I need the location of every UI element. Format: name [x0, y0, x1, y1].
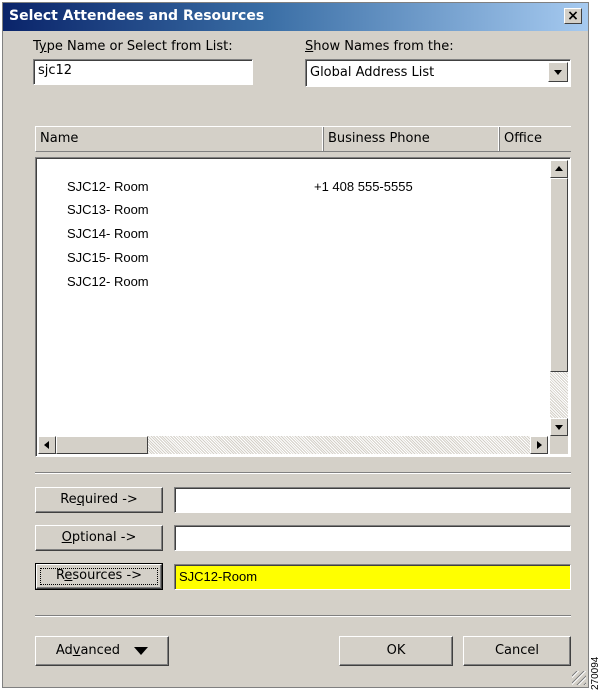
required-label-rest: uired ->	[84, 492, 138, 507]
ok-button[interactable]: OK	[339, 636, 453, 666]
column-header-business-phone[interactable]: Business Phone	[324, 127, 500, 151]
address-list-dropdown-button[interactable]	[548, 62, 568, 82]
resize-grip-icon[interactable]	[572, 671, 586, 685]
scroll-left-button[interactable]	[38, 436, 56, 454]
select-attendees-dialog: Select Attendees and Resources × Type Na…	[2, 2, 589, 688]
vertical-scroll-thumb[interactable]	[550, 178, 568, 372]
resources-button[interactable]: Resources ->	[35, 563, 163, 590]
type-name-label: Type Name or Select from List:	[33, 39, 233, 54]
close-button[interactable]: ×	[564, 8, 582, 24]
column-header-name[interactable]: Name	[36, 127, 324, 151]
type-name-access-key: y	[38, 39, 47, 54]
separator-bottom	[35, 615, 571, 617]
advanced-label-rest: anced	[80, 643, 121, 658]
optional-field[interactable]	[174, 525, 571, 551]
column-header-office[interactable]: Office	[500, 127, 572, 151]
list-item[interactable]: SJC13- Room	[67, 202, 149, 224]
arrow-left-icon	[44, 441, 49, 449]
address-list-value: Global Address List	[310, 65, 435, 80]
scroll-right-button[interactable]	[530, 436, 548, 454]
list-item-name: SJC12- Room	[67, 179, 149, 194]
required-access-key: q	[76, 492, 85, 507]
figure-code-text: 270094	[590, 656, 601, 690]
title-bar[interactable]: Select Attendees and Resources ×	[3, 3, 588, 31]
scroll-up-button[interactable]	[550, 160, 568, 178]
caret-down-icon	[134, 646, 149, 655]
optional-label-rest: ptional ->	[71, 530, 137, 545]
chevron-down-icon	[554, 70, 562, 75]
arrow-up-icon	[555, 166, 563, 171]
list-item-phone: +1 408 555-5555	[314, 179, 413, 194]
type-name-label-rest: pe Name or Select from List:	[46, 39, 233, 54]
scroll-down-button[interactable]	[550, 418, 568, 436]
address-list-select[interactable]: Global Address List	[305, 59, 571, 87]
names-list[interactable]: SJC12- Room +1 408 555-5555 SJC13- Room …	[35, 157, 571, 457]
required-label-part: Re	[60, 492, 77, 507]
list-header: Name Business Phone Office	[35, 126, 571, 152]
optional-button[interactable]: Optional ->	[35, 525, 163, 551]
list-item[interactable]: SJC15- Room	[67, 250, 149, 272]
type-name-input[interactable]: sjc12	[33, 59, 253, 85]
show-names-label-rest: how Names from the:	[313, 39, 454, 54]
list-item[interactable]: SJC12- Room	[67, 274, 149, 296]
advanced-button[interactable]: Advanced	[35, 636, 169, 666]
separator-top	[35, 472, 571, 474]
figure-code: 270094	[589, 640, 603, 690]
window-title: Select Attendees and Resources	[9, 8, 265, 24]
required-field[interactable]	[174, 487, 571, 513]
optional-access-key: O	[61, 530, 72, 545]
focus-ring	[40, 568, 158, 585]
advanced-label-part: Ad	[55, 643, 73, 658]
list-item[interactable]: SJC14- Room	[67, 226, 149, 248]
list-item[interactable]: SJC12- Room	[67, 179, 149, 201]
required-button[interactable]: Required ->	[35, 487, 163, 513]
arrow-right-icon	[537, 441, 542, 449]
horizontal-scroll-thumb[interactable]	[56, 436, 148, 454]
arrow-down-icon	[555, 425, 563, 430]
scrollbar-corner	[550, 436, 568, 454]
vertical-scrollbar[interactable]	[550, 160, 568, 436]
resources-field[interactable]: SJC12-Room	[174, 564, 571, 590]
cancel-button[interactable]: Cancel	[463, 636, 571, 666]
horizontal-scrollbar[interactable]	[38, 436, 548, 454]
show-names-label: Show Names from the:	[305, 39, 454, 54]
